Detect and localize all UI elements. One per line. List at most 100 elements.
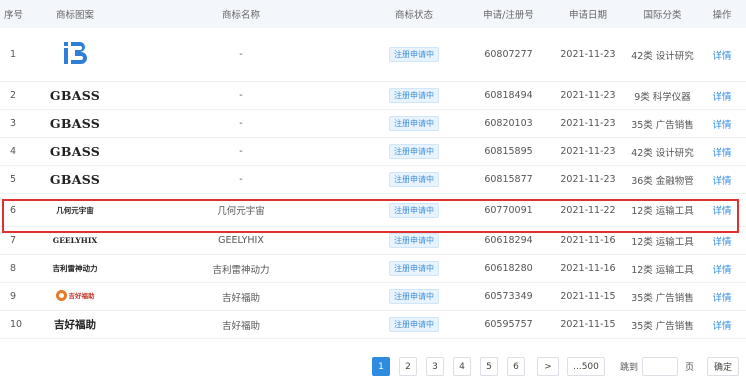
status-badge: 注册申请中 <box>389 47 439 62</box>
row-date: 2021-11-15 <box>549 310 627 339</box>
logo-cell <box>28 28 122 82</box>
status-badge: 注册申请中 <box>389 202 439 218</box>
header-class: 国际分类 <box>627 0 698 28</box>
page-6-button[interactable]: 6 <box>507 357 525 376</box>
table-row: 1 - 注册申请中 60807277 2021-11-23 42类 设计研究 详… <box>0 28 746 82</box>
header-regno: 申请/注册号 <box>468 0 549 28</box>
details-link[interactable]: 详情 <box>712 120 731 131</box>
logo-wordmark: 吉利雷神动力 <box>52 264 98 273</box>
row-date: 2021-11-23 <box>549 28 627 82</box>
details-link[interactable]: 详情 <box>712 206 731 217</box>
row-seq: 2 <box>0 81 28 110</box>
page-5-button[interactable]: 5 <box>480 357 498 376</box>
row-seq: 3 <box>0 109 28 138</box>
row-class: 42类 设计研究 <box>627 137 698 166</box>
row-seq: 4 <box>0 137 28 166</box>
row-name: 吉利雷神动力 <box>122 254 360 283</box>
table-row: 9 吉好福助 吉好福助 注册申请中 60573349 2021-11-15 35… <box>0 282 746 311</box>
table-header-row: 序号 商标图案 商标名称 商标状态 申请/注册号 申请日期 国际分类 操作 <box>0 0 746 28</box>
table-row: 8 吉利雷神动力 吉利雷神动力 注册申请中 60618280 2021-11-1… <box>0 254 746 283</box>
logo-wordmark: GEELYHIX <box>52 236 98 245</box>
table-row-highlighted: 6 几何元宇宙 几何元宇宙 注册申请中 60770091 2021-11-22 … <box>0 193 746 227</box>
header-op: 操作 <box>698 0 746 28</box>
row-class: 35类 广告销售 <box>627 310 698 339</box>
header-name: 商标名称 <box>122 0 360 28</box>
row-name: - <box>122 28 360 82</box>
status-badge: 注册申请中 <box>389 289 439 304</box>
row-name: - <box>122 165 360 194</box>
row-regno: 60815895 <box>468 137 549 166</box>
logo-wordmark: 吉好福助 <box>68 292 95 300</box>
table-row: 5 GBASS - 注册申请中 60815877 2021-11-23 36类 … <box>0 165 746 194</box>
page-2-button[interactable]: 2 <box>399 357 417 376</box>
row-regno: 60595757 <box>468 310 549 339</box>
confirm-button[interactable]: 确定 <box>707 357 739 376</box>
row-regno: 60618280 <box>468 254 549 283</box>
row-regno: 60818494 <box>468 81 549 110</box>
status-badge: 注册申请中 <box>389 144 439 159</box>
table-row: 7 GEELYHIX GEELYHIX 注册申请中 60618294 2021-… <box>0 226 746 255</box>
page-1-button[interactable]: 1 <box>372 357 390 376</box>
logo-wordmark: 几何元宇宙 <box>56 205 94 215</box>
row-seq: 1 <box>0 28 28 82</box>
details-link[interactable]: 详情 <box>712 293 731 304</box>
row-regno: 60815877 <box>468 165 549 194</box>
page-jump-input[interactable] <box>642 357 678 376</box>
details-link[interactable]: 详情 <box>712 321 731 332</box>
header-date: 申请日期 <box>549 0 627 28</box>
table-row: 4 GBASS - 注册申请中 60815895 2021-11-23 42类 … <box>0 137 746 166</box>
row-regno: 60820103 <box>468 109 549 138</box>
row-seq: 7 <box>0 226 28 255</box>
row-class: 35类 广告销售 <box>627 282 698 311</box>
row-class: 42类 设计研究 <box>627 28 698 82</box>
row-name: 吉好福助 <box>122 282 360 311</box>
row-class: 12类 运输工具 <box>627 254 698 283</box>
row-regno: 60770091 <box>468 193 549 227</box>
row-class: 12类 运输工具 <box>627 193 698 227</box>
status-badge: 注册申请中 <box>389 261 439 276</box>
table-row: 10 吉好福助 吉好福助 注册申请中 60595757 2021-11-15 3… <box>0 310 746 339</box>
row-date: 2021-11-23 <box>549 137 627 166</box>
row-name: 几何元宇宙 <box>122 193 360 227</box>
status-badge: 注册申请中 <box>389 172 439 187</box>
table-row: 2 GBASS - 注册申请中 60818494 2021-11-23 9类 科… <box>0 81 746 110</box>
page-4-button[interactable]: 4 <box>453 357 471 376</box>
last-page-button[interactable]: ...500 <box>567 357 605 376</box>
trademark-table: 序号 商标图案 商标名称 商标状态 申请/注册号 申请日期 国际分类 操作 1 <box>0 0 746 339</box>
details-link[interactable]: 详情 <box>712 51 731 62</box>
row-regno: 60807277 <box>468 28 549 82</box>
status-badge: 注册申请中 <box>389 88 439 103</box>
row-class: 12类 运输工具 <box>627 226 698 255</box>
details-link[interactable]: 详情 <box>712 237 731 248</box>
row-name: - <box>122 109 360 138</box>
ib-logo-icon <box>62 42 88 67</box>
row-regno: 60573349 <box>468 282 549 311</box>
row-date: 2021-11-16 <box>549 226 627 255</box>
header-status: 商标状态 <box>360 0 468 28</box>
logo-wordmark: 吉好福助 <box>54 319 96 331</box>
details-link[interactable]: 详情 <box>712 176 731 187</box>
row-seq: 8 <box>0 254 28 283</box>
row-class: 9类 科学仪器 <box>627 81 698 110</box>
row-date: 2021-11-23 <box>549 165 627 194</box>
row-seq: 10 <box>0 310 28 339</box>
row-seq: 6 <box>0 193 28 227</box>
header-logo: 商标图案 <box>28 0 122 28</box>
logo-wordmark: GBASS <box>49 88 101 103</box>
row-date: 2021-11-23 <box>549 109 627 138</box>
details-link[interactable]: 详情 <box>712 265 731 276</box>
details-link[interactable]: 详情 <box>712 148 731 159</box>
row-class: 35类 广告销售 <box>627 109 698 138</box>
row-regno: 60618294 <box>468 226 549 255</box>
logo-wordmark: GBASS <box>49 116 101 131</box>
logo-wordmark: GBASS <box>49 172 101 187</box>
row-seq: 9 <box>0 282 28 311</box>
logo-device: 吉好福助 <box>55 289 95 301</box>
row-date: 2021-11-23 <box>549 81 627 110</box>
details-link[interactable]: 详情 <box>712 92 731 103</box>
row-class: 36类 金融物管 <box>627 165 698 194</box>
next-page-button[interactable]: > <box>537 357 559 376</box>
logo-wordmark: GBASS <box>49 144 101 159</box>
row-name: - <box>122 137 360 166</box>
page-3-button[interactable]: 3 <box>426 357 444 376</box>
